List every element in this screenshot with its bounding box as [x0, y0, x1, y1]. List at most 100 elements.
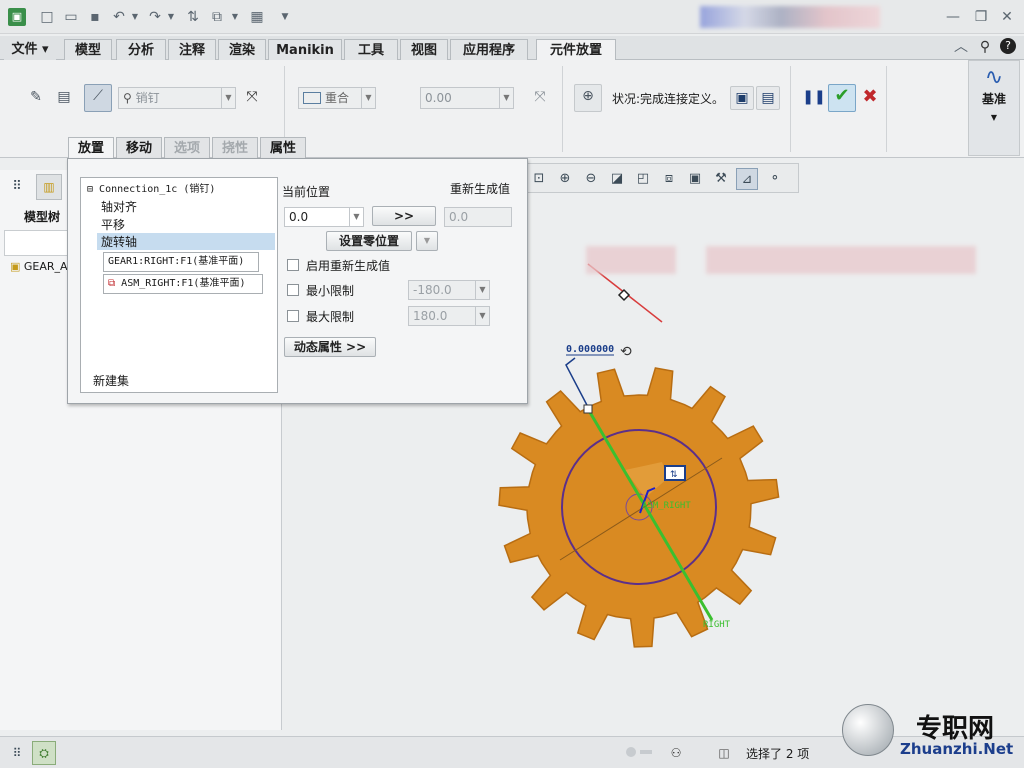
- constraint-set-icon[interactable]: ▤: [52, 86, 76, 110]
- pause-icon[interactable]: ❚❚: [802, 86, 826, 110]
- regen-value-input[interactable]: 0.0: [444, 207, 512, 227]
- datum-display-icon[interactable]: ⊿: [736, 168, 758, 190]
- redo-dropdown-icon[interactable]: ▼: [162, 8, 180, 26]
- model-tree-title: 模型树: [24, 210, 61, 224]
- zoom-out-icon[interactable]: ⊖: [580, 168, 602, 190]
- tree-toggle-icon[interactable]: ⠿: [6, 176, 28, 198]
- tab-render[interactable]: 渲染: [218, 39, 266, 60]
- min-limit-input[interactable]: -180.0 ▼: [408, 280, 490, 300]
- close-icon[interactable]: ✕: [998, 8, 1016, 26]
- saved-views-icon[interactable]: ⧈: [658, 168, 680, 190]
- reference-asm-right[interactable]: ⧉ ASM_RIGHT:F1(基准平面): [103, 274, 263, 294]
- perspective-icon[interactable]: ⚒: [710, 168, 732, 190]
- tab-applications[interactable]: 应用程序: [450, 39, 528, 60]
- svg-text:⇅: ⇅: [670, 470, 678, 480]
- tab-model[interactable]: 模型: [64, 39, 112, 60]
- tab-component-placement[interactable]: 元件放置: [536, 39, 616, 61]
- placement-target-icon[interactable]: ⊕: [574, 84, 602, 112]
- tab-flexibility[interactable]: 挠性: [212, 137, 258, 159]
- reference-gear1-right[interactable]: GEAR1:RIGHT:F1(基准平面): [103, 252, 259, 272]
- tab-properties[interactable]: 属性: [260, 137, 306, 159]
- max-limit-checkbox[interactable]: [287, 310, 299, 322]
- confirm-icon[interactable]: ✔: [828, 84, 856, 112]
- tree-item-translation[interactable]: 平移: [101, 216, 125, 233]
- tab-annotate[interactable]: 注释: [168, 39, 216, 60]
- file-menu[interactable]: 文件 ▾: [4, 39, 56, 60]
- current-position-input[interactable]: 0.0 ▼: [284, 207, 364, 227]
- min-limit-checkbox[interactable]: [287, 284, 299, 296]
- min-limit-label: 最小限制: [306, 284, 355, 298]
- close-window-icon[interactable]: ▦: [248, 8, 266, 26]
- separate-window-icon[interactable]: ▣: [730, 86, 754, 110]
- find-icon[interactable]: ⚇: [664, 743, 688, 763]
- connection-root[interactable]: ⊟ Connection_1c (销钉): [87, 180, 215, 195]
- open-folder-icon[interactable]: ▭: [62, 8, 80, 26]
- spin-center-icon[interactable]: ⚬: [764, 168, 786, 190]
- selection-filter-icon[interactable]: ◫: [712, 743, 736, 763]
- assembly-window-icon[interactable]: ▤: [756, 86, 780, 110]
- tab-manikin[interactable]: Manikin: [268, 39, 342, 60]
- watermark-url: Zhuanzhi.Net: [900, 740, 1014, 758]
- apply-position-button[interactable]: >>: [372, 206, 436, 226]
- placement-panel: ⊟ Connection_1c (销钉) 轴对齐 平移 旋转轴 GEAR1:RI…: [67, 158, 528, 404]
- view-manager-icon[interactable]: ▣: [684, 168, 706, 190]
- set-zero-dropdown-icon[interactable]: ▼: [416, 231, 438, 251]
- cancel-icon[interactable]: ✖: [858, 86, 882, 110]
- browser-toggle-icon[interactable]: ⛭: [32, 741, 56, 765]
- new-file-icon[interactable]: □: [38, 8, 56, 26]
- windows-icon[interactable]: ⧉: [208, 8, 226, 26]
- repaint-icon[interactable]: ◪: [606, 168, 628, 190]
- rotate-cursor-icon: ⟲: [620, 344, 632, 360]
- undo-dropdown-icon[interactable]: ▼: [126, 8, 144, 26]
- ribbon-tab-bar: 文件 ▾ 模型 分析 注释 渲染 Manikin 工具 视图 应用程序 元件放置…: [0, 36, 1024, 61]
- refit-icon[interactable]: ⊡: [528, 168, 550, 190]
- tab-analysis[interactable]: 分析: [116, 39, 166, 60]
- collapse-ribbon-icon[interactable]: ︿: [952, 38, 970, 56]
- tree-item-label: GEAR_A: [23, 260, 68, 273]
- display-style-icon[interactable]: ◰: [632, 168, 654, 190]
- quick-access-toolbar: ▣ □ ▭ ▪ ↶ ▼ ↷ ▼ ⇅ ⧉ ▼ ▦ ▼ — ❐ ✕: [0, 0, 1024, 34]
- tree-item-rotation-axis[interactable]: 旋转轴: [97, 233, 275, 250]
- mechanism-connection-icon[interactable]: ⟋: [84, 84, 112, 112]
- tab-view[interactable]: 视图: [400, 39, 448, 60]
- plane-label-right: RIGHT: [703, 620, 731, 630]
- offset-value-input[interactable]: 0.00 ▼: [420, 87, 514, 109]
- set-zero-position-button[interactable]: 设置零位置: [326, 231, 412, 251]
- tree-item-gear[interactable]: ▣ GEAR_A: [10, 260, 68, 273]
- app-icon[interactable]: ▣: [8, 8, 26, 26]
- restore-icon[interactable]: ❐: [972, 8, 990, 26]
- tab-move[interactable]: 移动: [116, 137, 162, 159]
- datum-group[interactable]: ∿ 基准 ▼: [968, 60, 1020, 156]
- constraint-type-select[interactable]: 重合 ▼: [298, 87, 376, 109]
- search-icon[interactable]: ⚲: [976, 38, 994, 56]
- flip-icon[interactable]: ⤧: [240, 86, 264, 110]
- plane-label-asm-right: ASM_RIGHT: [642, 501, 691, 511]
- divider: [562, 66, 563, 152]
- dynamic-properties-button[interactable]: 动态属性 >>: [284, 337, 376, 357]
- customize-dropdown-icon[interactable]: ▼: [276, 8, 294, 26]
- tab-placement[interactable]: 放置: [68, 137, 114, 159]
- part-icon: ▣: [10, 260, 21, 273]
- zoom-in-icon[interactable]: ⊕: [554, 168, 576, 190]
- tab-tools[interactable]: 工具: [344, 39, 398, 60]
- max-limit-input[interactable]: 180.0 ▼: [408, 306, 490, 326]
- windows-dropdown-icon[interactable]: ▼: [226, 8, 244, 26]
- enable-regen-checkbox[interactable]: [287, 259, 299, 271]
- flip-offset-icon[interactable]: ⤧: [528, 86, 552, 110]
- dimension-value[interactable]: 0.000000: [566, 344, 614, 355]
- minimize-icon[interactable]: —: [944, 8, 962, 26]
- connection-type-select[interactable]: ⚲ 销钉 ▼: [118, 87, 236, 109]
- connection-root-label: Connection_1c (销钉): [99, 184, 216, 195]
- status-text: 状况:完成连接定义。: [612, 92, 725, 106]
- tree-item-axis-align[interactable]: 轴对齐: [101, 198, 137, 215]
- save-icon[interactable]: ▪: [86, 8, 104, 26]
- tab-options[interactable]: 选项: [164, 137, 210, 159]
- user-defined-icon[interactable]: ✎: [24, 86, 48, 110]
- regenerate-icon[interactable]: ⇅: [184, 8, 202, 26]
- help-icon[interactable]: ?: [1000, 38, 1016, 54]
- layer-tree-icon[interactable]: ▥: [36, 174, 62, 200]
- new-set-link[interactable]: 新建集: [93, 372, 129, 389]
- current-position-label: 当前位置: [282, 185, 331, 199]
- navigator-toggle-icon[interactable]: ⠿: [6, 743, 28, 763]
- reference-asm-right-label: ASM_RIGHT:F1(基准平面): [121, 278, 246, 289]
